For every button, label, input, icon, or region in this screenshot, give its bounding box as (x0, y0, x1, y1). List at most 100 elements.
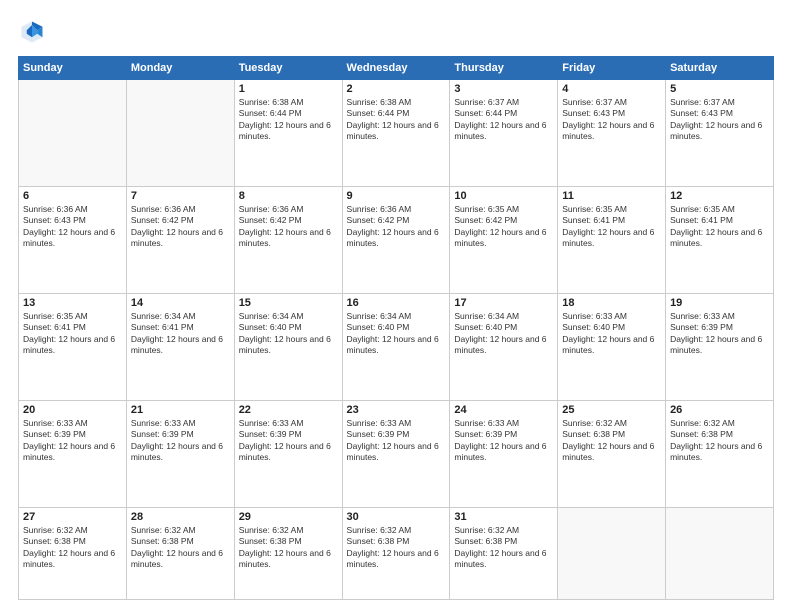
calendar-header-friday: Friday (558, 57, 666, 80)
calendar-cell: 6 Sunrise: 6:36 AMSunset: 6:43 PMDaylight… (19, 186, 127, 293)
day-number: 6 (23, 190, 122, 202)
calendar-cell: 12 Sunrise: 6:35 AMSunset: 6:41 PMDayligh… (666, 186, 774, 293)
calendar-cell: 15 Sunrise: 6:34 AMSunset: 6:40 PMDayligh… (234, 293, 342, 400)
day-number: 10 (454, 190, 553, 202)
calendar-cell: 5 Sunrise: 6:37 AMSunset: 6:43 PMDaylight… (666, 80, 774, 187)
day-info: Sunrise: 6:33 AMSunset: 6:39 PMDaylight:… (131, 418, 230, 464)
day-info: Sunrise: 6:32 AMSunset: 6:38 PMDaylight:… (562, 418, 661, 464)
calendar-cell: 23Sunrise: 6:33 AMSunset: 6:39 PMDayligh… (342, 400, 450, 507)
day-info: Sunrise: 6:32 AMSunset: 6:38 PMDaylight:… (454, 525, 553, 571)
day-info: Sunrise: 6:37 AMSunset: 6:43 PMDaylight:… (562, 97, 661, 143)
day-number: 8 (239, 190, 338, 202)
day-number: 19 (670, 297, 769, 309)
day-info: Sunrise: 6:33 AMSunset: 6:39 PMDaylight:… (23, 418, 122, 464)
day-number: 25 (562, 404, 661, 416)
calendar-header-row: SundayMondayTuesdayWednesdayThursdayFrid… (19, 57, 774, 80)
day-number: 7 (131, 190, 230, 202)
calendar-cell: 20 Sunrise: 6:33 AMSunset: 6:39 PMDayligh… (19, 400, 127, 507)
calendar-cell: 14 Sunrise: 6:34 AMSunset: 6:41 PMDayligh… (126, 293, 234, 400)
day-number: 9 (347, 190, 446, 202)
calendar-cell: 13Sunrise: 6:35 AMSunset: 6:41 PMDayligh… (19, 293, 127, 400)
calendar-cell: 22 Sunrise: 6:33 AMSunset: 6:39 PMDayligh… (234, 400, 342, 507)
day-info: Sunrise: 6:35 AMSunset: 6:41 PMDaylight:… (670, 204, 769, 250)
header (18, 18, 774, 46)
day-number: 12 (670, 190, 769, 202)
day-number: 15 (239, 297, 338, 309)
calendar-cell: 28 Sunrise: 6:32 AMSunset: 6:38 PMDayligh… (126, 507, 234, 599)
day-info: Sunrise: 6:34 AMSunset: 6:40 PMDaylight:… (239, 311, 338, 357)
calendar-cell: 3 Sunrise: 6:37 AMSunset: 6:44 PMDaylight… (450, 80, 558, 187)
calendar-cell: 30 Sunrise: 6:32 AMSunset: 6:38 PMDayligh… (342, 507, 450, 599)
calendar-header-thursday: Thursday (450, 57, 558, 80)
day-number: 16 (347, 297, 446, 309)
day-info: Sunrise: 6:36 AMSunset: 6:42 PMDaylight:… (239, 204, 338, 250)
day-info: Sunrise: 6:32 AMSunset: 6:38 PMDaylight:… (670, 418, 769, 464)
day-info: Sunrise: 6:36 AMSunset: 6:43 PMDaylight:… (23, 204, 122, 250)
day-number: 28 (131, 511, 230, 523)
day-info: Sunrise: 6:32 AMSunset: 6:38 PMDaylight:… (239, 525, 338, 571)
day-info: Sunrise: 6:34 AMSunset: 6:41 PMDaylight:… (131, 311, 230, 357)
day-info: Sunrise: 6:32 AMSunset: 6:38 PMDaylight:… (131, 525, 230, 571)
day-info: Sunrise: 6:36 AMSunset: 6:42 PMDaylight:… (347, 204, 446, 250)
calendar-week-2: 6 Sunrise: 6:36 AMSunset: 6:43 PMDaylight… (19, 186, 774, 293)
day-info: Sunrise: 6:38 AMSunset: 6:44 PMDaylight:… (347, 97, 446, 143)
calendar-week-4: 20 Sunrise: 6:33 AMSunset: 6:39 PMDayligh… (19, 400, 774, 507)
calendar-cell (19, 80, 127, 187)
day-number: 21 (131, 404, 230, 416)
calendar-week-1: 1Sunrise: 6:38 AMSunset: 6:44 PMDaylight… (19, 80, 774, 187)
day-info: Sunrise: 6:33 AMSunset: 6:39 PMDaylight:… (347, 418, 446, 464)
day-number: 3 (454, 83, 553, 95)
calendar-table: SundayMondayTuesdayWednesdayThursdayFrid… (18, 56, 774, 600)
calendar-week-5: 27Sunrise: 6:32 AMSunset: 6:38 PMDayligh… (19, 507, 774, 599)
calendar-cell: 31Sunrise: 6:32 AMSunset: 6:38 PMDayligh… (450, 507, 558, 599)
day-info: Sunrise: 6:32 AMSunset: 6:38 PMDaylight:… (23, 525, 122, 571)
day-number: 17 (454, 297, 553, 309)
day-number: 24 (454, 404, 553, 416)
calendar-cell: 21 Sunrise: 6:33 AMSunset: 6:39 PMDayligh… (126, 400, 234, 507)
day-info: Sunrise: 6:37 AMSunset: 6:44 PMDaylight:… (454, 97, 553, 143)
day-info: Sunrise: 6:33 AMSunset: 6:39 PMDaylight:… (239, 418, 338, 464)
calendar-cell: 7 Sunrise: 6:36 AMSunset: 6:42 PMDaylight… (126, 186, 234, 293)
calendar-header-sunday: Sunday (19, 57, 127, 80)
logo (18, 18, 50, 46)
day-number: 18 (562, 297, 661, 309)
calendar-cell: 25 Sunrise: 6:32 AMSunset: 6:38 PMDayligh… (558, 400, 666, 507)
day-info: Sunrise: 6:37 AMSunset: 6:43 PMDaylight:… (670, 97, 769, 143)
calendar-cell: 16 Sunrise: 6:34 AMSunset: 6:40 PMDayligh… (342, 293, 450, 400)
calendar-cell: 19 Sunrise: 6:33 AMSunset: 6:39 PMDayligh… (666, 293, 774, 400)
calendar-header-tuesday: Tuesday (234, 57, 342, 80)
calendar-cell: 9 Sunrise: 6:36 AMSunset: 6:42 PMDaylight… (342, 186, 450, 293)
day-info: Sunrise: 6:35 AMSunset: 6:42 PMDaylight:… (454, 204, 553, 250)
day-info: Sunrise: 6:33 AMSunset: 6:39 PMDaylight:… (454, 418, 553, 464)
calendar-cell: 27Sunrise: 6:32 AMSunset: 6:38 PMDayligh… (19, 507, 127, 599)
day-info: Sunrise: 6:35 AMSunset: 6:41 PMDaylight:… (562, 204, 661, 250)
day-info: Sunrise: 6:33 AMSunset: 6:39 PMDaylight:… (670, 311, 769, 357)
calendar-cell: 17Sunrise: 6:34 AMSunset: 6:40 PMDayligh… (450, 293, 558, 400)
calendar-cell: 4Sunrise: 6:37 AMSunset: 6:43 PMDaylight… (558, 80, 666, 187)
page: SundayMondayTuesdayWednesdayThursdayFrid… (0, 0, 792, 612)
calendar-cell (666, 507, 774, 599)
day-info: Sunrise: 6:36 AMSunset: 6:42 PMDaylight:… (131, 204, 230, 250)
day-number: 5 (670, 83, 769, 95)
calendar-cell: 24 Sunrise: 6:33 AMSunset: 6:39 PMDayligh… (450, 400, 558, 507)
day-number: 20 (23, 404, 122, 416)
calendar-cell: 29 Sunrise: 6:32 AMSunset: 6:38 PMDayligh… (234, 507, 342, 599)
calendar-cell: 18 Sunrise: 6:33 AMSunset: 6:40 PMDayligh… (558, 293, 666, 400)
calendar-header-monday: Monday (126, 57, 234, 80)
day-number: 13 (23, 297, 122, 309)
day-info: Sunrise: 6:38 AMSunset: 6:44 PMDaylight:… (239, 97, 338, 143)
calendar-week-3: 13Sunrise: 6:35 AMSunset: 6:41 PMDayligh… (19, 293, 774, 400)
day-number: 22 (239, 404, 338, 416)
day-number: 14 (131, 297, 230, 309)
day-info: Sunrise: 6:32 AMSunset: 6:38 PMDaylight:… (347, 525, 446, 571)
day-number: 29 (239, 511, 338, 523)
calendar-header-saturday: Saturday (666, 57, 774, 80)
day-info: Sunrise: 6:34 AMSunset: 6:40 PMDaylight:… (347, 311, 446, 357)
day-number: 30 (347, 511, 446, 523)
calendar-header-wednesday: Wednesday (342, 57, 450, 80)
calendar-cell: 8 Sunrise: 6:36 AMSunset: 6:42 PMDaylight… (234, 186, 342, 293)
calendar-cell: 2Sunrise: 6:38 AMSunset: 6:44 PMDaylight… (342, 80, 450, 187)
day-info: Sunrise: 6:33 AMSunset: 6:40 PMDaylight:… (562, 311, 661, 357)
calendar-cell: 11Sunrise: 6:35 AMSunset: 6:41 PMDayligh… (558, 186, 666, 293)
calendar-cell: 10 Sunrise: 6:35 AMSunset: 6:42 PMDayligh… (450, 186, 558, 293)
